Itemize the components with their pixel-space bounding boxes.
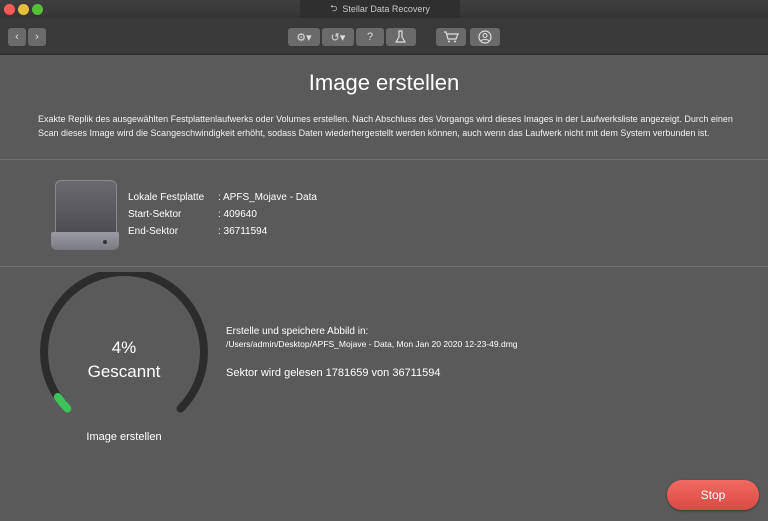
start-sector-label: Start-Sektor <box>128 209 182 220</box>
cart-icon <box>444 31 459 43</box>
gear-icon: ⚙▾ <box>296 31 312 44</box>
drive-base <box>51 232 119 250</box>
divider <box>0 159 768 160</box>
stop-button[interactable]: Stop <box>667 480 759 510</box>
local-disk-label: Lokale Festplatte <box>128 192 205 203</box>
back-button[interactable]: ‹ <box>8 28 26 46</box>
app-back-arrow-icon: ⮌ <box>330 3 338 13</box>
help-icon: ? <box>366 31 374 43</box>
back-icon: ‹ <box>15 31 19 43</box>
sector-progress-text: Sektor wird gelesen 1781659 von 36711594 <box>226 367 441 379</box>
history-button[interactable]: ↺▾ <box>322 28 354 46</box>
scan-button[interactable] <box>386 28 416 46</box>
local-disk-value: : APFS_Mojave - Data <box>218 192 317 203</box>
page-description: Exakte Replik des ausgewählten Festplatt… <box>38 114 733 138</box>
end-sector-label: End-Sektor <box>128 226 179 237</box>
scan-icon <box>395 30 407 43</box>
save-location-label: Erstelle und speichere Abbild in: <box>226 326 369 337</box>
drive-body <box>55 180 117 234</box>
progress-status: Gescannt <box>87 362 161 381</box>
help-button[interactable]: ? <box>356 28 384 46</box>
minimize-window-button[interactable] <box>18 4 29 15</box>
forward-icon: › <box>35 31 39 43</box>
hard-drive-icon <box>51 180 119 250</box>
history-icon: ↺▾ <box>330 31 346 44</box>
page-title: Image erstellen <box>308 70 460 95</box>
start-sector-value: : 409640 <box>218 209 257 220</box>
toolbar: ‹ › ⚙▾ ↺▾ ? <box>0 18 768 55</box>
title-bar: ⮌ Stellar Data Recovery <box>0 0 768 18</box>
window-title-area: ⮌ Stellar Data Recovery <box>300 0 460 18</box>
close-window-button[interactable] <box>4 4 15 15</box>
divider <box>0 266 768 267</box>
end-sector-value: : 36711594 <box>218 226 268 237</box>
forward-button[interactable]: › <box>28 28 46 46</box>
progress-percent: 4% <box>111 338 137 357</box>
drive-led <box>103 240 107 244</box>
zoom-window-button[interactable] <box>32 4 43 15</box>
gauge-progress-arc <box>53 392 72 413</box>
gauge-caption: Image erstellen <box>86 431 162 443</box>
settings-button[interactable]: ⚙▾ <box>288 28 320 46</box>
cart-button[interactable] <box>436 28 466 46</box>
window-title: Stellar Data Recovery <box>342 4 430 14</box>
user-icon <box>478 30 492 44</box>
save-location-path: /Users/admin/Desktop/APFS_Mojave - Data,… <box>226 339 518 349</box>
account-button[interactable] <box>470 28 500 46</box>
